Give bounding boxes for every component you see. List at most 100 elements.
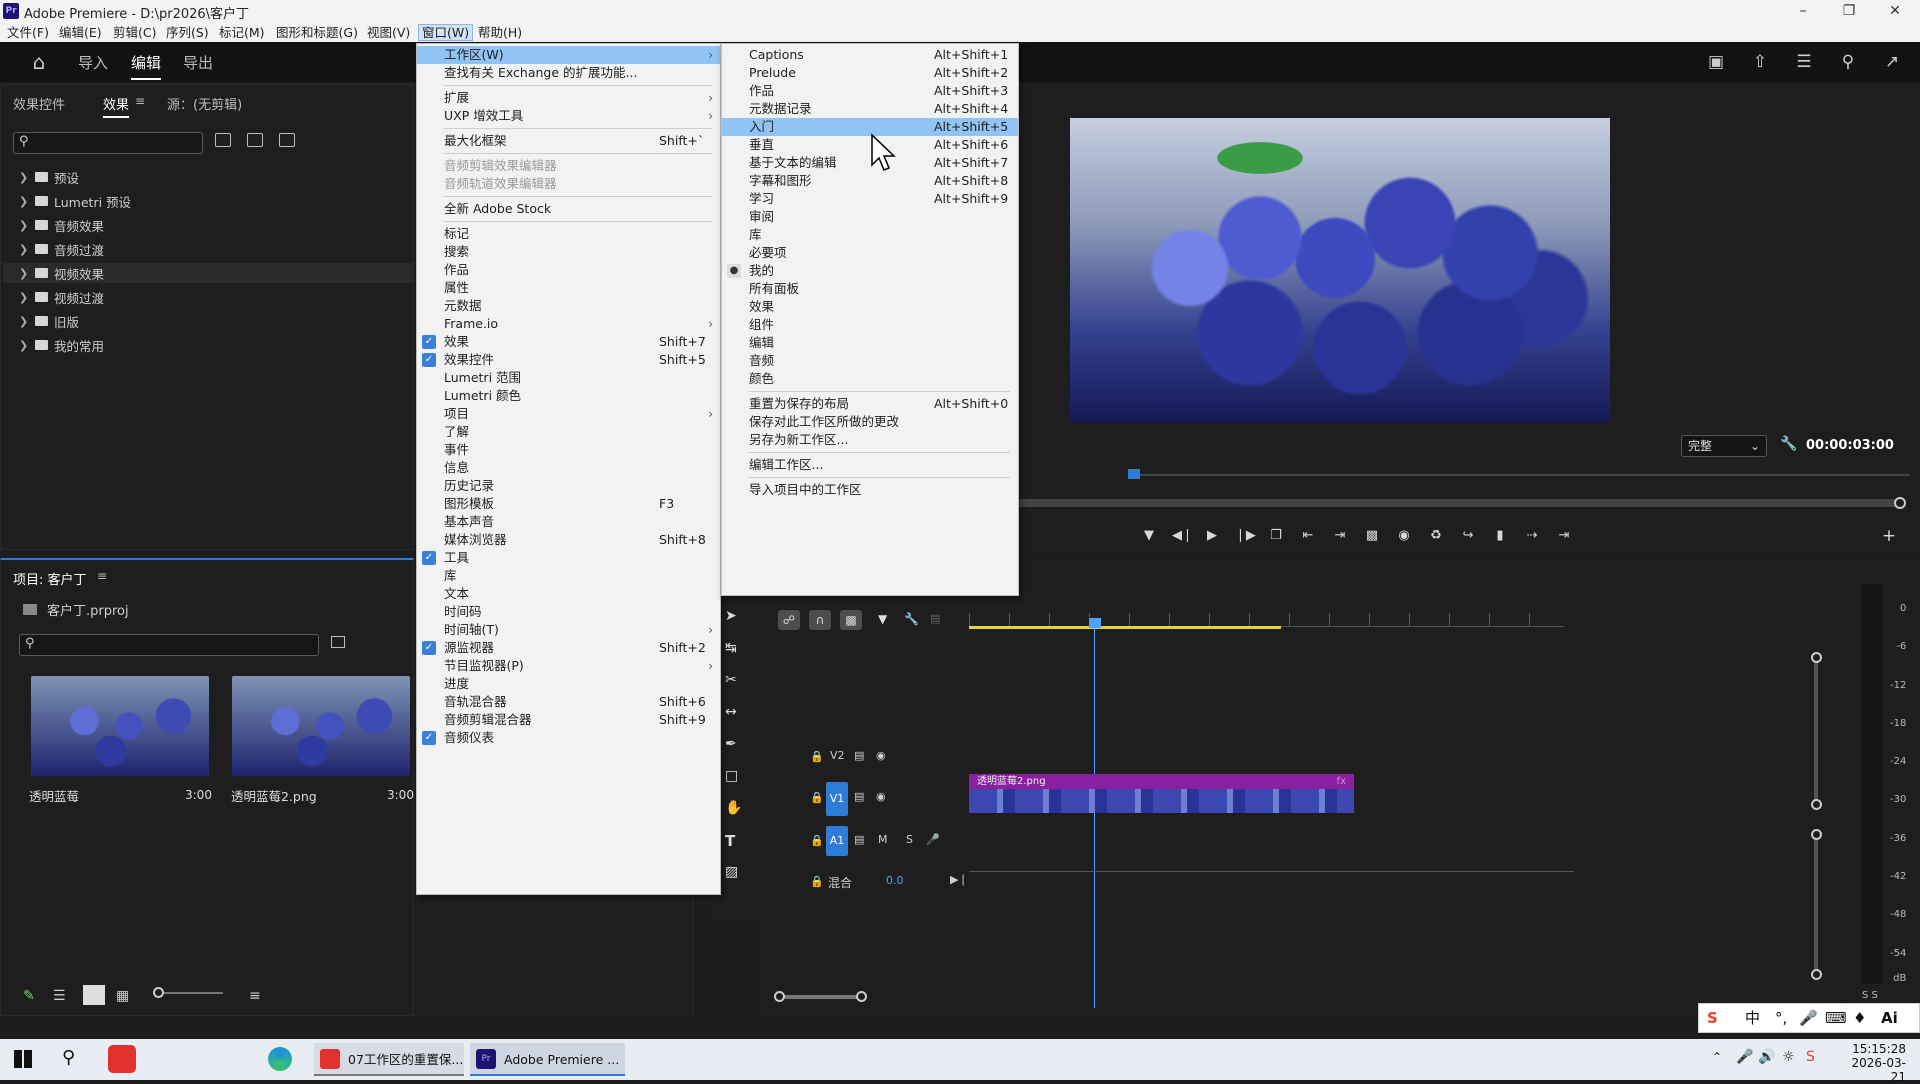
step-forward-icon[interactable]: ❘▶ xyxy=(1235,527,1256,545)
razor-tool-icon[interactable]: ✂ xyxy=(725,672,737,688)
menu-item[interactable]: 审阅 xyxy=(722,208,1018,226)
menu-item[interactable]: 进度 xyxy=(417,675,720,693)
tab-source[interactable]: 源：(无剪辑) xyxy=(167,94,242,113)
project-search-input[interactable]: ⚲ xyxy=(19,634,319,656)
step-back-icon[interactable]: ◀❘ xyxy=(1172,527,1193,545)
menu-item[interactable]: ✓ 音频仪表 xyxy=(417,729,720,747)
menu-item[interactable]: Lumetri 颜色 xyxy=(417,387,720,405)
keyboard-icon[interactable]: ⌨ xyxy=(1825,1004,1847,1032)
sync-lock-icon[interactable]: ▤ xyxy=(854,790,864,803)
menu-item[interactable]: 字幕和图形 Alt+Shift+8 xyxy=(722,172,1018,190)
menu-item[interactable]: 节目监视器(P) › xyxy=(417,657,720,675)
maximize-button[interactable]: ❐ xyxy=(1826,0,1872,22)
sogou-icon[interactable]: S xyxy=(1707,1004,1718,1032)
tree-video-transitions[interactable]: ❯ 视频过渡 xyxy=(19,287,104,307)
audio-tracks-scrollbar[interactable] xyxy=(1814,831,1818,976)
tree-audio-transitions[interactable]: ❯ 音频过渡 xyxy=(19,239,104,259)
menu-item[interactable]: 媒体浏览器 Shift+8 xyxy=(417,531,720,549)
lock-icon[interactable]: 🔒 xyxy=(810,834,824,847)
monitor-scroll-handle[interactable] xyxy=(1894,497,1906,509)
solo-buttons[interactable]: S S xyxy=(1862,990,1878,1001)
menu-item[interactable]: ✓ 效果 Shift+7 xyxy=(417,333,720,351)
go-to-in-icon[interactable]: ⇤ xyxy=(1299,527,1317,545)
ripple-edit-tool-icon[interactable]: ↹ xyxy=(725,640,737,656)
scroll-right-handle[interactable] xyxy=(856,991,867,1002)
tab-edit[interactable]: 编辑 xyxy=(131,52,162,80)
lock-icon[interactable]: 🔒 xyxy=(810,750,824,763)
menu-item[interactable]: 音频剪辑混合器 Shift+9 xyxy=(417,711,720,729)
proxy-icon[interactable]: ♻ xyxy=(1427,527,1445,545)
scroll-handle[interactable] xyxy=(1811,652,1822,663)
effects-search-input[interactable]: ⚲ xyxy=(13,132,203,154)
menu-item[interactable]: 文本 xyxy=(417,585,720,603)
menu-item[interactable]: 编辑 xyxy=(722,334,1018,352)
track-label[interactable]: V1 xyxy=(826,782,848,816)
menu-item[interactable]: 时间码 xyxy=(417,603,720,621)
clip-thumbnail[interactable] xyxy=(31,676,209,776)
menu-clip[interactable]: 剪辑(C) xyxy=(110,24,159,41)
fullscreen-icon[interactable]: ↗ xyxy=(1881,51,1903,73)
lock-icon[interactable]: 🔒 xyxy=(810,791,824,804)
freeform-view-icon[interactable]: ▦ xyxy=(116,988,129,1004)
tab-effect-controls[interactable]: 效果控件 xyxy=(13,94,65,113)
menu-item[interactable]: 保存对此工作区所做的更改 xyxy=(722,413,1018,431)
menu-file[interactable]: 文件(F) xyxy=(4,24,52,41)
menu-lines-icon[interactable]: ☰ xyxy=(1793,51,1815,73)
clip-thumbnails-strip[interactable] xyxy=(969,789,1354,813)
menu-item[interactable]: 图形模板 F3 xyxy=(417,495,720,513)
lift-icon[interactable]: ⇢ xyxy=(1523,527,1541,545)
go-to-out-icon[interactable]: ⇥ xyxy=(1331,527,1349,545)
new-search-bin-icon[interactable] xyxy=(331,636,345,648)
timeline-scrollbar[interactable] xyxy=(778,995,863,999)
menu-item[interactable]: 组件 xyxy=(722,316,1018,334)
microphone-icon[interactable]: 🎤 xyxy=(926,833,940,846)
chevron-up-icon[interactable]: ⌃ xyxy=(1712,1050,1722,1064)
network-icon[interactable]: ☼ xyxy=(1782,1049,1795,1065)
menu-item[interactable]: 事件 xyxy=(417,441,720,459)
filter-32-icon[interactable] xyxy=(247,133,263,147)
tree-legacy[interactable]: ❯ 旧版 xyxy=(19,311,79,331)
hand-tool-icon[interactable]: ✋ xyxy=(725,800,742,816)
menu-item[interactable]: ● 我的 xyxy=(722,262,1018,280)
menu-marker[interactable]: 标记(M) xyxy=(216,24,268,41)
pencil-icon[interactable]: ✎ xyxy=(23,988,35,1004)
scroll-handle[interactable] xyxy=(1811,969,1822,980)
menu-window[interactable]: 窗口(W) xyxy=(418,24,474,41)
menu-item[interactable]: 重置为保存的布局 Alt+Shift+0 xyxy=(722,395,1018,413)
linked-selection-icon[interactable]: ∩ xyxy=(809,610,831,630)
program-video-frame[interactable] xyxy=(1070,118,1610,422)
track-label[interactable]: A1 xyxy=(826,826,848,856)
menu-item[interactable]: 工作区(W) › xyxy=(417,46,720,64)
edge-browser-icon[interactable] xyxy=(268,1047,292,1071)
timeline-ruler[interactable] xyxy=(969,613,1564,627)
menu-item[interactable]: 历史记录 xyxy=(417,477,720,495)
clip-thumbnail[interactable] xyxy=(232,676,410,776)
add-marker-icon[interactable]: ▼ xyxy=(878,612,887,626)
menu-item[interactable]: 库 xyxy=(722,226,1018,244)
zoom-slider-handle[interactable] xyxy=(153,987,164,998)
wrench-icon[interactable]: 🔧 xyxy=(904,612,919,626)
menu-item[interactable]: 属性 xyxy=(417,279,720,297)
tree-favorites[interactable]: ❯ 我的常用 xyxy=(19,335,104,355)
ai-icon[interactable]: Ai xyxy=(1881,1004,1898,1032)
timeline-playhead-head[interactable] xyxy=(1089,618,1101,628)
menu-graphics[interactable]: 图形和标题(G) xyxy=(273,24,361,41)
clock[interactable]: 15:15:28 2026-03-21 xyxy=(1838,1042,1906,1084)
panel-menu-icon[interactable]: ≡ xyxy=(135,94,145,108)
insert-icon[interactable]: ▩ xyxy=(1363,527,1381,545)
eye-icon[interactable]: ◉ xyxy=(876,790,886,803)
menu-item[interactable]: 元数据记录 Alt+Shift+4 xyxy=(722,100,1018,118)
rectangle-tool-icon[interactable]: □ xyxy=(725,768,738,784)
menu-item[interactable]: 库 xyxy=(417,567,720,585)
menu-item[interactable]: 所有面板 xyxy=(722,280,1018,298)
menu-item[interactable]: 学习 Alt+Shift+9 xyxy=(722,190,1018,208)
menu-item[interactable]: 搜索 xyxy=(417,243,720,261)
slip-tool-icon[interactable]: ↔ xyxy=(725,704,737,720)
ime-language[interactable]: 中 xyxy=(1745,1004,1760,1032)
menu-item[interactable]: Frame.io › xyxy=(417,315,720,333)
fit-dropdown[interactable]: 完整 ⌄ xyxy=(1681,435,1767,457)
tree-lumetri-presets[interactable]: ❯ Lumetri 预设 xyxy=(19,191,131,211)
menu-item[interactable]: 最大化框架 Shift+` xyxy=(417,132,720,150)
menu-view[interactable]: 视图(V) xyxy=(364,24,413,41)
selection-tool-icon[interactable]: ➤ xyxy=(725,608,737,624)
